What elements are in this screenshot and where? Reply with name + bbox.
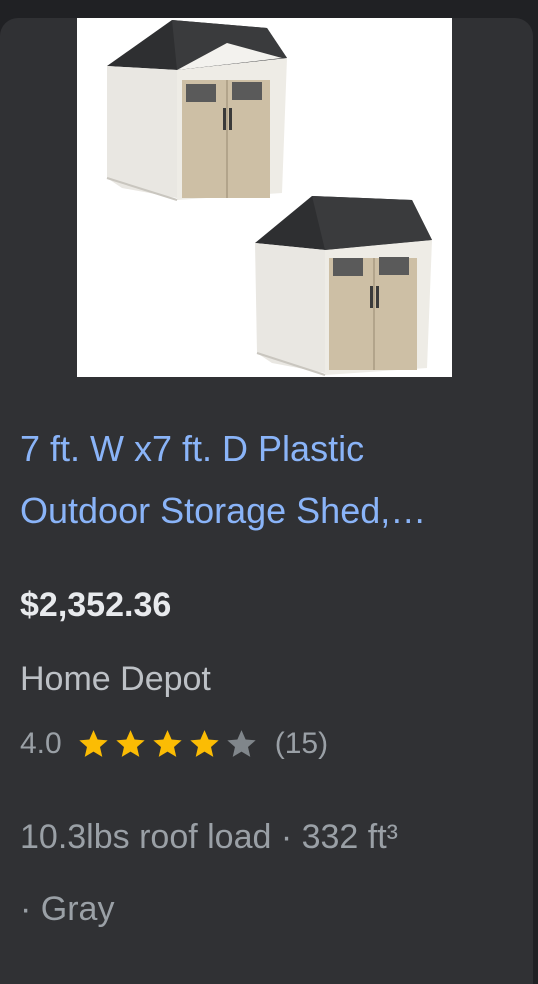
storage-shed-image [106,20,432,376]
review-count[interactable]: (15) [275,727,328,761]
product-title-line2[interactable]: Outdoor Storage Shed,… [20,480,500,542]
rating-value: 4.0 [20,727,62,760]
star-empty-icon [227,730,256,757]
product-image[interactable] [77,18,452,377]
attributes-line2: · Gray [20,890,115,928]
product-title-line1[interactable]: 7 ft. W x7 ft. D Plastic [20,418,500,480]
star-filled-icon [190,730,219,757]
merchant-name: Home Depot [20,660,211,698]
product-card[interactable]: 7 ft. W x7 ft. D Plastic Outdoor Storage… [0,18,533,984]
star-filled-icon [116,730,145,757]
attributes-line1: 10.3lbs roof load · 332 ft³ [20,818,399,856]
rating-row: 4.0 (15) [20,722,328,766]
product-attributes: 10.3lbs roof load · 332 ft³ · Gray [20,801,520,945]
star-filled-icon [79,730,108,757]
star-filled-icon [153,730,182,757]
product-price: $2,352.36 [20,586,172,624]
product-title-link[interactable]: 7 ft. W x7 ft. D Plastic Outdoor Storage… [20,418,500,542]
star-rating [76,727,261,761]
